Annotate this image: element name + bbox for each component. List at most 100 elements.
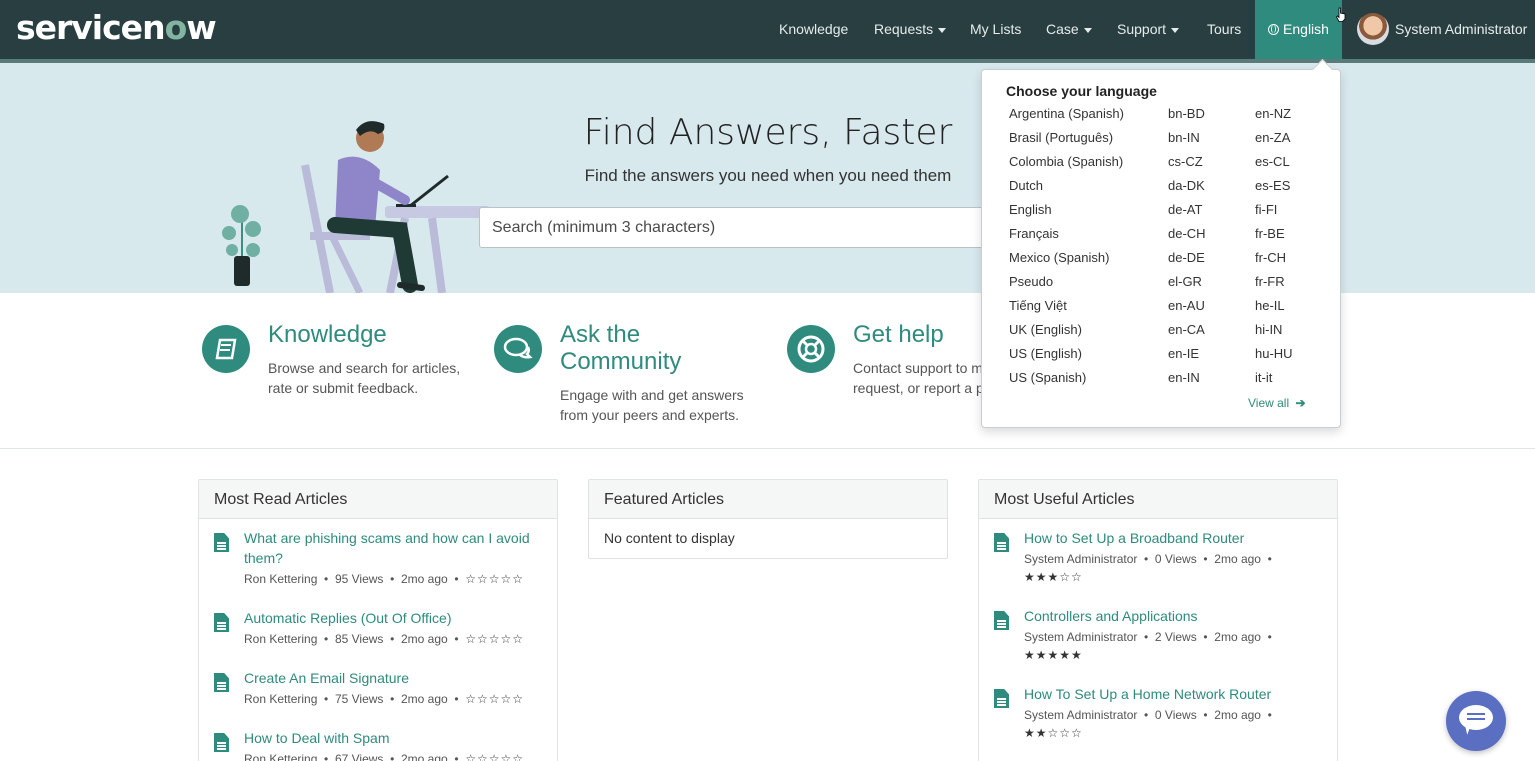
featured-articles-panel: Featured Articles No content to display — [588, 479, 948, 559]
quick-link-desc-line: request, or report a pr — [853, 380, 989, 396]
quick-link-title-line: Ask the — [560, 321, 641, 348]
language-option[interactable]: en-CA — [1168, 321, 1206, 345]
section-divider — [0, 448, 1535, 449]
article-title-line: them? — [244, 550, 283, 566]
empty-state-text: No content to display — [604, 530, 735, 546]
quick-link-desc-line: from your peers and experts. — [560, 407, 739, 423]
language-option[interactable]: fr-FR — [1255, 273, 1293, 297]
language-option[interactable]: US (English) — [1009, 345, 1124, 369]
document-icon — [214, 673, 229, 692]
globe-icon — [1268, 24, 1280, 35]
person-at-desk-illustration — [222, 121, 490, 293]
language-option[interactable]: de-AT — [1168, 201, 1206, 225]
lifebuoy-icon — [787, 325, 835, 373]
article-age: 2mo ago — [400, 752, 448, 761]
article-views: 0 Views — [1154, 552, 1197, 566]
article-link[interactable]: How To Set Up a Home Network Router — [1024, 684, 1271, 704]
article-views: 0 Views — [1154, 708, 1197, 722]
language-option[interactable]: es-ES — [1255, 177, 1293, 201]
language-option[interactable]: en-ZA — [1255, 129, 1293, 153]
language-column-codes-1: bn-BD bn-IN cs-CZ da-DK de-AT de-CH de-D… — [1168, 105, 1206, 393]
article-author: System Administrator — [1024, 708, 1138, 722]
article-meta: System Administrator • 0 Views • 2mo ago… — [1024, 708, 1272, 722]
nav-tours[interactable]: Tours — [1207, 0, 1241, 59]
quick-link-title: Knowledge — [268, 321, 387, 348]
panel-title: Most Read Articles — [199, 480, 557, 519]
article-rating: ☆☆☆☆☆ — [465, 692, 525, 706]
caret-down-icon — [1171, 27, 1180, 33]
language-option[interactable]: Brasil (Português) — [1009, 129, 1124, 153]
language-option[interactable]: he-IL — [1255, 297, 1293, 321]
user-avatar[interactable] — [1357, 13, 1389, 45]
language-option[interactable]: Dutch — [1009, 177, 1124, 201]
language-option[interactable]: el-GR — [1168, 273, 1206, 297]
nav-requests[interactable]: Requests — [874, 0, 947, 59]
quick-link-desc-line: Contact support to ma — [853, 360, 991, 376]
language-option[interactable]: en-IE — [1168, 345, 1206, 369]
article-link[interactable]: How to Deal with Spam — [244, 728, 390, 748]
language-option[interactable]: hu-HU — [1255, 345, 1293, 369]
language-option[interactable]: Tiếng Việt — [1009, 297, 1124, 321]
language-option[interactable]: bn-IN — [1168, 129, 1206, 153]
language-option[interactable]: English — [1009, 201, 1124, 225]
quick-link-description: Engage with and get answers from your pe… — [560, 385, 744, 425]
language-column-names: Argentina (Spanish) Brasil (Português) C… — [1009, 105, 1124, 393]
user-menu-name[interactable]: System Administrator — [1395, 0, 1527, 59]
servicenow-logo[interactable]: servicenow — [16, 8, 217, 47]
document-icon — [214, 613, 229, 632]
language-option[interactable]: en-NZ — [1255, 105, 1293, 129]
language-option[interactable]: fr-CH — [1255, 249, 1293, 273]
knowledge-search-input[interactable] — [479, 207, 999, 248]
view-all-label: View all — [1248, 396, 1290, 410]
language-option[interactable]: hi-IN — [1255, 321, 1293, 345]
article-age: 2mo ago — [400, 632, 448, 646]
language-option[interactable]: en-IN — [1168, 369, 1206, 393]
language-option[interactable]: da-DK — [1168, 177, 1206, 201]
article-meta: Ron Kettering • 75 Views • 2mo ago • ☆☆☆… — [244, 692, 525, 706]
language-option[interactable]: UK (English) — [1009, 321, 1124, 345]
book-icon — [202, 325, 250, 373]
article-age: 2mo ago — [400, 572, 448, 586]
quick-link-desc-line: Browse and search for articles, — [268, 360, 461, 376]
language-option[interactable]: cs-CZ — [1168, 153, 1206, 177]
language-option[interactable]: fi-FI — [1255, 201, 1293, 225]
quick-link-title: Ask the Community — [560, 321, 681, 375]
language-option[interactable]: Pseudo — [1009, 273, 1124, 297]
language-option[interactable]: bn-BD — [1168, 105, 1206, 129]
virtual-agent-chat-button[interactable] — [1446, 691, 1506, 751]
nav-my-lists-label: My Lists — [970, 21, 1022, 37]
language-option[interactable]: Mexico (Spanish) — [1009, 249, 1124, 273]
logo-accent-letter: o — [164, 8, 188, 47]
arrow-right-icon: ➔ — [1295, 396, 1306, 410]
article-link[interactable]: How to Set Up a Broadband Router — [1024, 528, 1244, 548]
language-option[interactable]: it-it — [1255, 369, 1293, 393]
language-dropdown-heading: Choose your language — [1006, 83, 1157, 99]
view-all-languages-link[interactable]: View all ➔ — [1248, 396, 1306, 410]
language-option[interactable]: de-CH — [1168, 225, 1206, 249]
nav-requests-label: Requests — [874, 21, 934, 37]
document-icon — [994, 689, 1009, 708]
language-option[interactable]: Français — [1009, 225, 1124, 249]
article-author: Ron Kettering — [244, 692, 318, 706]
article-link[interactable]: Controllers and Applications — [1024, 606, 1198, 626]
language-option[interactable]: fr-BE — [1255, 225, 1293, 249]
nav-case[interactable]: Case — [1046, 0, 1092, 59]
article-meta: Ron Kettering • 95 Views • 2mo ago • ☆☆☆… — [244, 572, 525, 586]
nav-my-lists[interactable]: My Lists — [970, 0, 1021, 59]
article-rating: ☆☆☆☆☆ — [465, 632, 525, 646]
article-meta: System Administrator • 2 Views • 2mo ago… — [1024, 630, 1272, 644]
nav-support[interactable]: Support — [1117, 0, 1180, 59]
language-option[interactable]: es-CL — [1255, 153, 1293, 177]
article-views: 75 Views — [334, 692, 384, 706]
article-link[interactable]: Create An Email Signature — [244, 668, 409, 688]
language-option[interactable]: US (Spanish) — [1009, 369, 1124, 393]
language-option[interactable]: Colombia (Spanish) — [1009, 153, 1124, 177]
nav-knowledge[interactable]: Knowledge — [779, 0, 848, 59]
article-link[interactable]: Automatic Replies (Out Of Office) — [244, 608, 451, 628]
language-option[interactable]: en-AU — [1168, 297, 1206, 321]
article-link[interactable]: What are phishing scams and how can I av… — [244, 528, 530, 568]
document-icon — [994, 533, 1009, 552]
language-option[interactable]: Argentina (Spanish) — [1009, 105, 1124, 129]
language-option[interactable]: de-DE — [1168, 249, 1206, 273]
language-selector-button[interactable]: English — [1255, 0, 1342, 59]
